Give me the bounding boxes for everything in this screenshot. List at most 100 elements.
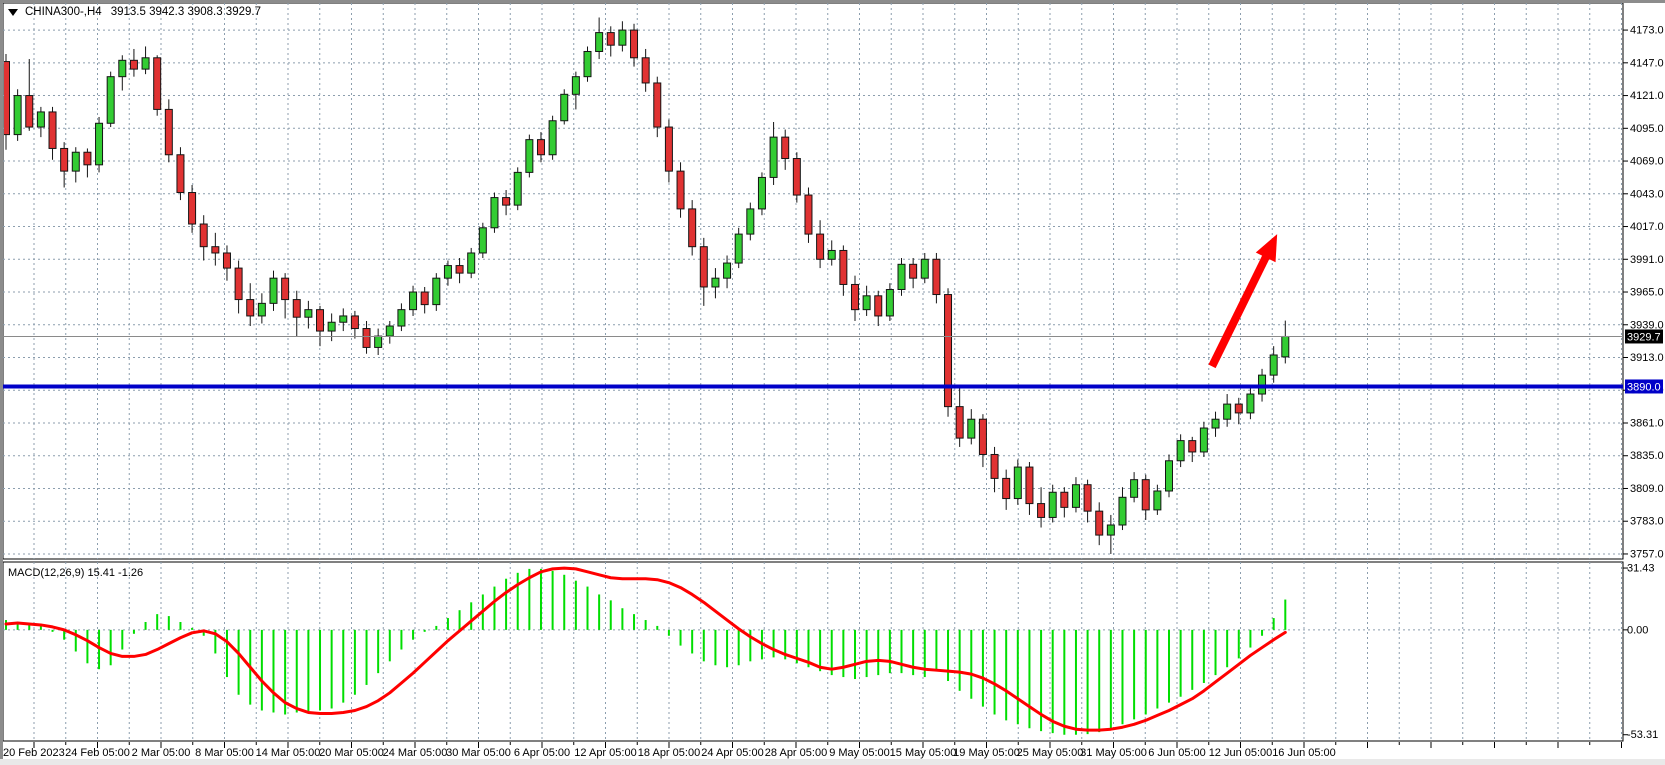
candle (1177, 441, 1184, 461)
candle (410, 292, 417, 310)
candle (1084, 485, 1091, 511)
candle (1026, 467, 1033, 504)
chart-header: CHINA300-,H4 3913.5 3942.3 3908.3 3929.7 (8, 5, 261, 19)
candle (793, 159, 800, 196)
date-tick-label: 2 Mar 05:00 (132, 747, 191, 759)
symbol-dropdown-icon[interactable] (8, 9, 18, 16)
candle (142, 58, 149, 69)
candle (933, 259, 940, 294)
price-tick-label: 3809.0 (1630, 483, 1664, 495)
candle (654, 83, 661, 127)
macd-axis[interactable]: 31.430.00-53.31 (1623, 563, 1658, 742)
candle (282, 278, 289, 299)
main-panel[interactable] (3, 3, 1623, 559)
candle (14, 96, 21, 135)
candle (189, 193, 196, 224)
date-tick-label: 15 May 05:00 (890, 747, 957, 759)
candle (712, 278, 719, 287)
price-chart-canvas[interactable]: 4173.04147.04121.04095.04069.04043.04017… (0, 0, 1665, 765)
time-axis[interactable]: 20 Feb 202324 Feb 05:002 Mar 05:008 Mar … (3, 742, 1622, 759)
candle (1072, 485, 1079, 508)
macd-tick-label: 0.00 (1627, 624, 1648, 636)
candle (421, 292, 428, 305)
chart-symbol-period: CHINA300-,H4 (25, 6, 102, 18)
candle (96, 123, 103, 165)
candle (479, 228, 486, 253)
candle (1003, 478, 1010, 498)
candle (1189, 441, 1196, 452)
candle (1247, 394, 1254, 413)
candle (119, 60, 126, 76)
candle (107, 77, 114, 124)
candle (549, 121, 556, 155)
candle (770, 137, 777, 177)
candle (433, 278, 440, 304)
trading-terminal-chart-window: 4173.04147.04121.04095.04069.04043.04017… (0, 0, 1665, 765)
price-axis[interactable]: 4173.04147.04121.04095.04069.04043.04017… (1623, 25, 1664, 561)
candle (851, 284, 858, 309)
price-tick-label: 4017.0 (1630, 221, 1664, 233)
candle (1166, 461, 1173, 491)
macd-tick-label: 31.43 (1627, 563, 1655, 575)
candle (526, 140, 533, 173)
candle (596, 33, 603, 52)
candle (607, 33, 614, 46)
candle (572, 77, 579, 95)
candle (1212, 419, 1219, 428)
candle (1282, 336, 1289, 356)
candle (258, 303, 265, 316)
candle (223, 253, 230, 268)
price-tick-label: 3965.0 (1630, 287, 1664, 299)
candle (514, 172, 521, 205)
candle (328, 322, 335, 331)
price-tick-label: 4121.0 (1630, 90, 1664, 102)
candle (293, 300, 300, 318)
candle (270, 278, 277, 303)
candle (828, 250, 835, 259)
date-tick-label: 20 Feb 2023 (3, 747, 65, 759)
candle (375, 336, 382, 347)
candle (956, 407, 963, 438)
candle (805, 195, 812, 234)
candle (921, 259, 928, 278)
candle (979, 419, 986, 454)
candle (305, 310, 312, 318)
candle (631, 30, 638, 58)
candle (1270, 355, 1277, 375)
date-tick-label: 8 Mar 05:00 (195, 747, 254, 759)
candle (747, 209, 754, 234)
candle (351, 316, 358, 329)
candle (1049, 492, 1056, 517)
macd-panel[interactable] (3, 562, 1623, 741)
candle (317, 310, 324, 331)
candle (758, 177, 765, 208)
date-tick-label: 6 Jun 05:00 (1148, 747, 1206, 759)
candle (910, 264, 917, 278)
candle (37, 112, 44, 127)
candle (61, 148, 68, 171)
date-tick-label: 16 Jun 05:00 (1272, 747, 1336, 759)
price-tick-label: 3913.0 (1630, 352, 1664, 364)
price-tick-label: 4043.0 (1630, 188, 1664, 200)
candle (677, 171, 684, 209)
candle (1200, 428, 1207, 452)
candle (875, 296, 882, 316)
candle (700, 247, 707, 287)
last-price-tag: 3929.7 (1625, 329, 1663, 343)
candle (72, 152, 79, 171)
candle (84, 152, 91, 165)
candle (1131, 480, 1138, 498)
date-tick-label: 12 Jun 05:00 (1209, 747, 1273, 759)
candle (363, 329, 370, 348)
candle (863, 296, 870, 310)
date-tick-label: 24 Mar 05:00 (383, 747, 448, 759)
price-tick-label: 3783.0 (1630, 516, 1664, 528)
candle (49, 112, 56, 149)
date-tick-label: 12 Apr 05:00 (574, 747, 636, 759)
indicator-label: MACD(12,26,9) 15.41 -1.26 (8, 567, 143, 579)
price-tick-label: 4069.0 (1630, 156, 1664, 168)
window-bottom-strip (0, 759, 1665, 765)
price-tick-label: 4095.0 (1630, 123, 1664, 135)
date-tick-label: 28 Apr 05:00 (765, 747, 827, 759)
candle (619, 30, 626, 45)
